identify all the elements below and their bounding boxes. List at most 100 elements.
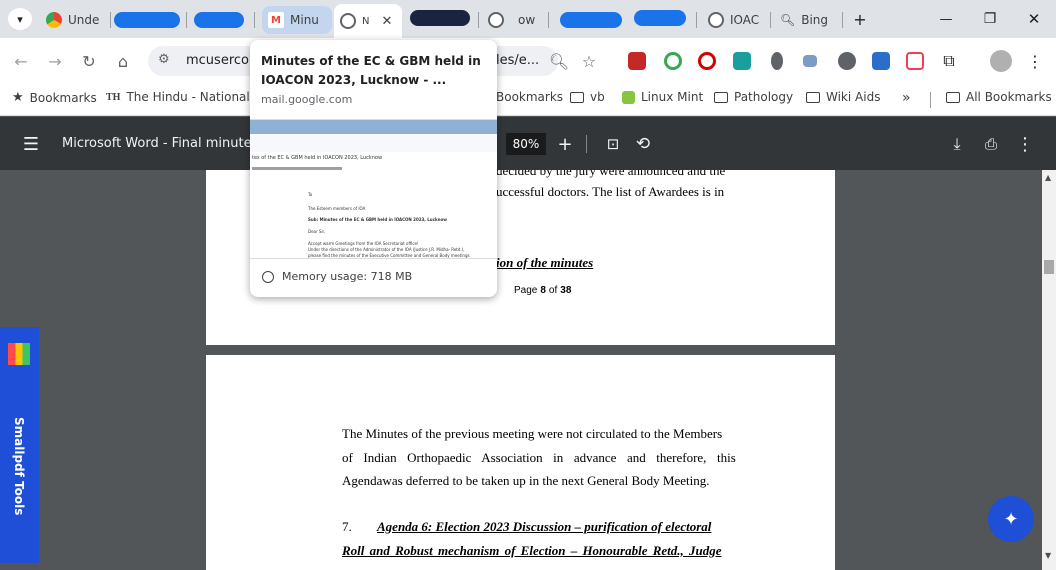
tab-divider <box>696 12 697 28</box>
rotate-icon[interactable]: ⟲ <box>630 131 656 157</box>
page-number: Page 8 of 38 <box>514 285 571 296</box>
bookmark-star-icon[interactable]: ☆ <box>576 48 602 74</box>
bookmark-folder-wiki-aids[interactable]: Wiki Aids <box>806 90 880 104</box>
tab-gmail[interactable]: M Minu <box>262 6 332 34</box>
tab-divider <box>110 12 111 28</box>
tab-ioac[interactable]: IOAC <box>702 6 768 34</box>
bookmarks-bar: ★ Bookmarks TH The Hindu - National Book… <box>0 84 1056 116</box>
pdf-title: Microsoft Word - Final minutes <box>62 136 259 151</box>
page-number-total: 38 <box>560 285 572 296</box>
redacted-tab[interactable] <box>634 10 686 26</box>
zoom-input[interactable]: 80% <box>506 133 546 155</box>
zoom-icon[interactable]: 🔍︎ <box>546 48 572 74</box>
star-icon: ★ <box>12 90 24 105</box>
close-window-button[interactable]: ✕ <box>1022 8 1046 30</box>
scroll-thumb[interactable] <box>1044 260 1054 274</box>
extension-icon-1[interactable] <box>628 52 646 70</box>
bookmark-label: Wiki Aids <box>826 90 881 104</box>
memory-usage-text: Memory usage: 718 MB <box>282 270 413 283</box>
agenda-item-number: 7. <box>342 519 352 534</box>
address-text-end: les/e... <box>496 53 540 68</box>
close-tab-icon[interactable]: ✕ <box>381 14 392 29</box>
home-icon[interactable]: ⌂ <box>110 48 136 74</box>
avatar[interactable] <box>990 50 1012 72</box>
magic-wand-icon[interactable]: ✦ <box>988 496 1034 542</box>
extension-icon-2[interactable] <box>664 52 682 70</box>
pdf-scrollbar[interactable]: ▲ ▼ <box>1042 170 1056 570</box>
bookmark-label: The Hindu - National <box>126 90 250 104</box>
paragraph-line: The Minutes of the previous meeting were… <box>342 426 723 441</box>
thumb-line: Accept warm Greetings from the IOA Secre… <box>308 241 419 246</box>
page-number-label: Page <box>514 285 538 296</box>
bookmarks-star[interactable]: ★ Bookmarks <box>12 90 97 105</box>
extension-icon-3[interactable] <box>698 52 716 70</box>
th-icon: TH <box>106 91 121 103</box>
thumb-line: Under the directions of the Administrato… <box>308 247 465 252</box>
redacted-tab[interactable] <box>560 12 622 28</box>
site-info-icon[interactable]: ⚙ <box>158 52 170 67</box>
thumb-to: To <box>308 192 313 197</box>
redacted-tab[interactable] <box>410 10 470 26</box>
redacted-tab[interactable] <box>114 12 180 28</box>
bookmark-folder-bookmarks[interactable]: Bookmarks <box>496 90 563 104</box>
back-icon[interactable]: ← <box>8 48 34 74</box>
pdf-more-icon[interactable]: ⋮ <box>1012 131 1038 157</box>
tab-strip: ▾ Unde M Minu N ✕ ow IOAC 🔍︎ Bing + — ❐ … <box>0 0 1056 38</box>
folder-icon <box>946 91 960 103</box>
minimize-button[interactable]: — <box>934 8 958 30</box>
print-icon[interactable]: ⎙ <box>978 131 1004 157</box>
globe-icon <box>340 13 356 29</box>
tab-4-label: ow <box>518 13 536 27</box>
bookmark-label: Bookmarks <box>29 90 97 105</box>
hover-card-memory: Memory usage: 718 MB <box>262 270 412 283</box>
forward-icon[interactable]: → <box>42 48 68 74</box>
smallpdf-label: Smallpdf Tools <box>12 417 26 516</box>
hover-card-thumbnail: tes of the EC & GBM held in IOACON 2023,… <box>250 119 497 259</box>
dropbox-icon[interactable] <box>803 55 817 67</box>
bookmark-all-bookmarks[interactable]: All Bookmarks <box>946 90 1052 104</box>
tab-divider <box>548 12 549 28</box>
tab-1[interactable]: Unde <box>40 6 108 34</box>
bookmark-folder-vb[interactable]: vb <box>570 90 605 104</box>
bookmark-label: All Bookmarks <box>966 90 1052 104</box>
bookmark-label: Linux Mint <box>641 90 704 104</box>
hover-card-domain: mail.google.com <box>261 93 353 106</box>
bookmarks-overflow-button[interactable]: » <box>902 90 911 106</box>
thumb-header <box>250 120 497 134</box>
pocket-icon[interactable] <box>906 52 924 70</box>
tab-4[interactable]: ow <box>482 6 544 34</box>
smallpdf-tools-panel[interactable]: Smallpdf Tools <box>0 327 39 563</box>
download-icon[interactable]: ⤓ <box>944 131 970 157</box>
tab-active[interactable]: N ✕ <box>334 4 402 38</box>
extension-icon-5[interactable] <box>771 52 783 70</box>
pdf-toolbar-divider <box>586 135 587 153</box>
reload-icon[interactable]: ↻ <box>76 48 102 74</box>
bookmark-folder-pathology[interactable]: Pathology <box>714 90 793 104</box>
redacted-tab[interactable] <box>194 12 244 28</box>
new-tab-button[interactable]: + <box>848 8 872 30</box>
agenda-item-line: Agenda 6: Election 2023 Discussion – pur… <box>377 519 712 534</box>
fit-page-icon[interactable]: ⊡ <box>600 131 626 157</box>
page-text-line: uccessful doctors. The list of Awardees … <box>496 184 725 199</box>
pdf-menu-icon[interactable]: ☰ <box>18 131 44 157</box>
bookmark-label: » <box>902 90 911 106</box>
extension-icon-8[interactable] <box>872 52 890 70</box>
extensions-puzzle-icon[interactable]: ⧉ <box>936 48 962 74</box>
address-text-start: mcusercon <box>186 53 258 68</box>
scroll-up-icon[interactable]: ▲ <box>1045 173 1051 182</box>
thumb-dear: Dear Sir, <box>308 229 326 234</box>
zoom-in-icon[interactable]: + <box>552 131 578 157</box>
tab-search-button[interactable]: ▾ <box>8 8 32 30</box>
tab-divider <box>842 12 843 28</box>
bookmark-linux-mint[interactable]: Linux Mint <box>622 90 703 104</box>
bookmark-the-hindu[interactable]: TH The Hindu - National <box>106 90 250 104</box>
menu-kebab-icon[interactable]: ⋮ <box>1022 48 1048 74</box>
extension-icon-4[interactable] <box>733 52 751 70</box>
browser-toolbar: ← → ↻ ⌂ ⚙ mcusercon les/e... 🔍︎ ☆ ⧉ ⋮ <box>0 38 1056 84</box>
smallpdf-logo-icon <box>8 343 30 365</box>
extension-icon-7[interactable] <box>838 52 856 70</box>
paragraph-line: Agendawas deferred to be taken up in the… <box>342 473 710 488</box>
tab-bing[interactable]: 🔍︎ Bing <box>774 6 836 34</box>
restore-button[interactable]: ❐ <box>978 8 1002 30</box>
scroll-down-icon[interactable]: ▼ <box>1045 551 1051 560</box>
